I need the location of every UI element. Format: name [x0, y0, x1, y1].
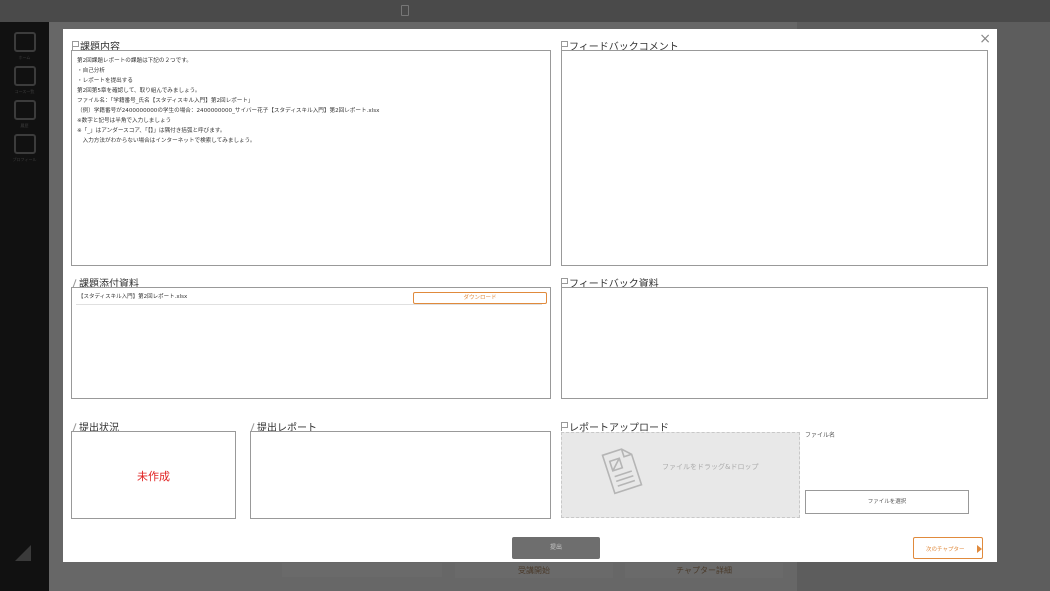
document-icon	[601, 448, 643, 495]
task-line: 第2回第5章を確認して、取り組んでみましょう。	[77, 88, 201, 94]
file-dropzone[interactable]: ファイルをドラッグ&ドロップ	[561, 432, 800, 518]
home-icon	[13, 32, 36, 52]
top-bar	[0, 0, 1050, 22]
feedback-material-box	[561, 287, 988, 399]
sidebar: ホーム コース一覧 履歴 プロフィール	[0, 22, 49, 591]
binoculars-icon	[13, 66, 36, 86]
task-line: ※「_」はアンダースコア、「【】」は隅付き括弧と呼びます。	[77, 128, 226, 134]
attachments-box: 【スタディスキル入門】第2回レポート.xlsx ダウンロード	[71, 287, 551, 399]
task-line: ・レポートを提出する	[77, 78, 133, 84]
task-description-box: 第2回課題レポートの課題は下記の２つです。 ・自己分析 ・レポートを提出する 第…	[71, 50, 551, 266]
task-description: 第2回課題レポートの課題は下記の２つです。 ・自己分析 ・レポートを提出する 第…	[77, 56, 379, 146]
task-line: ファイル名：「学籍番号_氏名【スタディスキル入門】第2回レポート」	[77, 98, 254, 104]
background-chapter-button: チャプター詳細	[625, 563, 783, 578]
task-line: ※数字と記号は半角で入力しましょう	[77, 118, 172, 124]
pencil-icon	[72, 279, 78, 287]
task-line: 入力方法がわからない場合はインターネットで検索してみましょう。	[77, 138, 256, 144]
submit-button[interactable]: 提出	[512, 537, 600, 559]
task-line: 第2回課題レポートの課題は下記の２つです。	[77, 58, 192, 64]
next-chapter-button[interactable]: 次のチャプター	[913, 537, 983, 559]
background-bar	[282, 563, 442, 577]
flag-icon	[561, 422, 568, 431]
dropzone-text: ファイルをドラッグ&ドロップ	[662, 463, 759, 471]
next-chapter-label: 次のチャプター	[926, 547, 965, 553]
filename-label: ファイル名	[805, 432, 836, 439]
download-button[interactable]: ダウンロード	[413, 292, 547, 304]
pencil-icon	[250, 423, 256, 431]
attachment-name: 【スタディスキル入門】第2回レポート.xlsx	[78, 294, 188, 300]
task-line: （例）学籍番号が2400000000の学生の場合：2400000000_サイバー…	[77, 108, 380, 114]
status-value: 未作成	[137, 470, 170, 483]
pencil-icon	[72, 423, 78, 431]
sidebar-item-home[interactable]: ホーム	[0, 32, 49, 61]
attachment-row: 【スタディスキル入門】第2回レポート.xlsx ダウンロード	[76, 290, 547, 305]
sidebar-item-profile[interactable]: プロフィール	[0, 134, 49, 163]
sidebar-item-history[interactable]: 履歴	[0, 100, 49, 129]
report-box	[250, 431, 551, 519]
arrow-right-icon	[977, 545, 982, 553]
history-icon	[13, 100, 36, 120]
status-box: 未作成	[71, 431, 236, 519]
task-modal: × 課題内容 第2回課題レポートの課題は下記の２つです。 ・自己分析 ・レポート…	[63, 29, 997, 562]
window-icon	[401, 5, 409, 16]
sidebar-item-label: ホーム	[18, 55, 31, 60]
profile-icon	[13, 134, 36, 154]
flag-icon	[561, 278, 568, 287]
select-file-button[interactable]: ファイルを選択	[805, 490, 969, 514]
task-line: ・自己分析	[77, 68, 105, 74]
background-start-button: 受講開始	[455, 563, 613, 578]
sidebar-item-courses[interactable]: コース一覧	[0, 66, 49, 95]
flag-icon	[561, 41, 568, 50]
flag-icon	[72, 41, 79, 50]
sidebar-item-label: 履歴	[20, 123, 29, 128]
close-icon[interactable]: ×	[979, 31, 991, 47]
sidebar-item-label: コース一覧	[14, 89, 35, 94]
collapse-icon[interactable]	[15, 545, 31, 561]
feedback-comment-box	[561, 50, 988, 266]
sidebar-item-label: プロフィール	[12, 157, 37, 162]
